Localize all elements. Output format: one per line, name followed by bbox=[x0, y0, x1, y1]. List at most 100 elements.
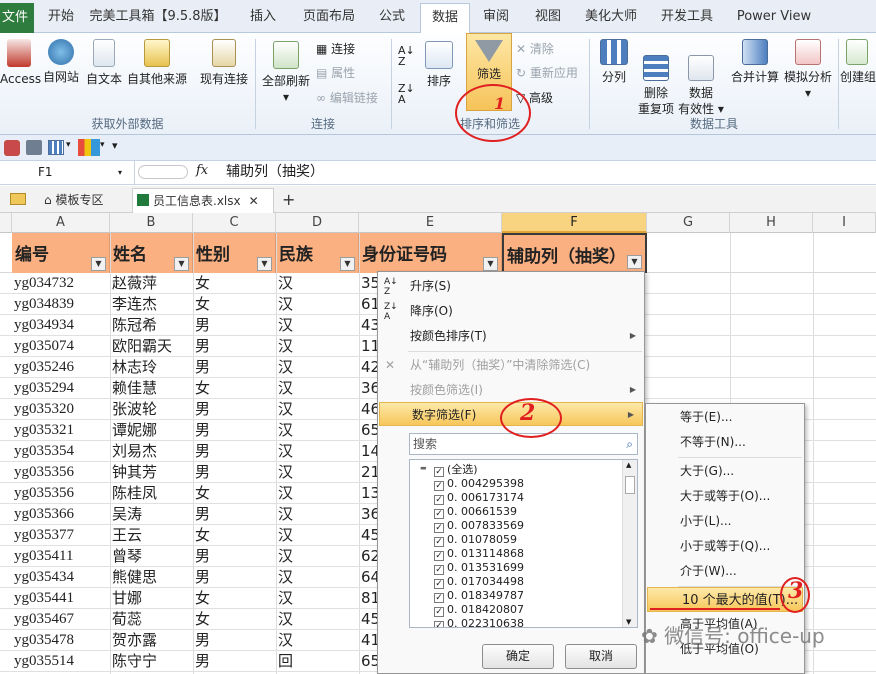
cell-ethnicity[interactable]: 汉 bbox=[276, 462, 359, 483]
cell-ethnicity[interactable]: 回 bbox=[276, 651, 359, 672]
cell-id-number[interactable]: 65 bbox=[359, 420, 379, 441]
filter-dropdown-icon[interactable]: ▼ bbox=[174, 257, 189, 271]
cell-ethnicity[interactable]: 汉 bbox=[276, 546, 359, 567]
cell-name[interactable]: 陈桂凤 bbox=[110, 483, 193, 504]
cell-id-number[interactable]: 21 bbox=[359, 462, 379, 483]
cell-id-number[interactable]: 45 bbox=[359, 525, 379, 546]
filter-dropdown-icon[interactable]: ▼ bbox=[483, 257, 498, 271]
tab-power-view[interactable]: Power View bbox=[732, 0, 816, 33]
less-than-item[interactable]: 小于(L)... bbox=[646, 509, 804, 534]
properties-button[interactable]: ▤ 属性 bbox=[316, 65, 355, 81]
cell-name[interactable]: 刘易杰 bbox=[110, 441, 193, 462]
between-item[interactable]: 介于(W)... bbox=[646, 559, 804, 584]
filter-value-item[interactable]: ✓ 0. 006173174 bbox=[434, 491, 524, 505]
column-header-g[interactable]: G bbox=[647, 213, 730, 233]
filter-value-item[interactable]: ✓ 0. 018349787 bbox=[434, 589, 524, 603]
select-all-corner[interactable] bbox=[0, 213, 12, 233]
cell-gender[interactable]: 女 bbox=[193, 483, 276, 504]
cell-gender[interactable]: 男 bbox=[193, 420, 276, 441]
cell-id-number[interactable]: 43 bbox=[359, 315, 379, 336]
tab-perfect-toolbox[interactable]: 完美工具箱【9.5.8版】 bbox=[88, 0, 228, 33]
cell-ethnicity[interactable]: 汉 bbox=[276, 504, 359, 525]
cell-name[interactable]: 林志玲 bbox=[110, 357, 193, 378]
cell-name[interactable]: 吴涛 bbox=[110, 504, 193, 525]
sort-descending-item[interactable]: Z↓ A 降序(O) bbox=[378, 299, 644, 323]
filter-values-list[interactable]: ▬ ✓ (全选) ✓ 0. 004295398 ✓ 0. 006173174 ✓ 0. 006… bbox=[409, 459, 638, 628]
cell-id[interactable]: yg035514 bbox=[12, 651, 110, 672]
cell-id[interactable]: yg035441 bbox=[12, 588, 110, 609]
new-tab-button[interactable]: + bbox=[278, 188, 298, 213]
cell-name[interactable]: 陈守宁 bbox=[110, 651, 193, 672]
cell-ethnicity[interactable]: 汉 bbox=[276, 294, 359, 315]
name-box[interactable]: F1 bbox=[0, 161, 135, 184]
cell-gender[interactable]: 男 bbox=[193, 567, 276, 588]
checkbox-checked-icon[interactable]: ✓ bbox=[434, 523, 444, 533]
cell-id[interactable]: yg035320 bbox=[12, 399, 110, 420]
what-if-analysis-button[interactable]: 模拟分析 ▾ bbox=[782, 39, 834, 101]
not-equals-item[interactable]: 不等于(N)... bbox=[646, 430, 804, 455]
cell-id-number[interactable]: 36 bbox=[359, 378, 379, 399]
cell-id-number[interactable]: 36 bbox=[359, 504, 379, 525]
cell-id-number[interactable]: 35 bbox=[359, 273, 379, 294]
cell-id-number[interactable]: 45 bbox=[359, 609, 379, 630]
cell-id[interactable]: yg035411 bbox=[12, 546, 110, 567]
from-other-sources-button[interactable]: 自其他来源 bbox=[126, 39, 188, 87]
cell-ethnicity[interactable]: 汉 bbox=[276, 567, 359, 588]
filter-value-item[interactable]: ✓ (全选) bbox=[434, 463, 478, 477]
tab-data[interactable]: 数据 bbox=[420, 3, 470, 37]
cell-name[interactable]: 曾琴 bbox=[110, 546, 193, 567]
checkbox-checked-icon[interactable]: ✓ bbox=[434, 537, 444, 547]
header-cell-gender[interactable]: 性别 ▼ bbox=[193, 233, 276, 273]
cell-name[interactable]: 陈冠希 bbox=[110, 315, 193, 336]
cell-ethnicity[interactable]: 汉 bbox=[276, 483, 359, 504]
cell-gender[interactable]: 女 bbox=[193, 273, 276, 294]
column-header-c[interactable]: C bbox=[193, 213, 276, 233]
cell-id[interactable]: yg035321 bbox=[12, 420, 110, 441]
cell-name[interactable]: 赖佳慧 bbox=[110, 378, 193, 399]
existing-connections-button[interactable]: 现有连接 bbox=[196, 39, 252, 87]
filter-dropdown-icon[interactable]: ▼ bbox=[627, 255, 642, 269]
file-tab[interactable]: 文件 bbox=[0, 3, 34, 33]
filter-by-color-item[interactable]: 按颜色筛选(I) ▶ bbox=[378, 378, 644, 402]
data-validation-button[interactable]: 数据 有效性 ▾ bbox=[678, 39, 724, 117]
filter-value-item[interactable]: ✓ 0. 00661539 bbox=[434, 505, 517, 519]
header-cell-name[interactable]: 姓名 ▼ bbox=[110, 233, 193, 273]
cell-gender[interactable]: 女 bbox=[193, 525, 276, 546]
cell-ethnicity[interactable]: 汉 bbox=[276, 357, 359, 378]
cell-ethnicity[interactable]: 汉 bbox=[276, 273, 359, 294]
sort-button[interactable]: 排序 bbox=[420, 41, 458, 89]
customize-qat-icon[interactable]: ▾ bbox=[112, 139, 118, 152]
cell-gender[interactable]: 女 bbox=[193, 588, 276, 609]
cell-ethnicity[interactable]: 汉 bbox=[276, 378, 359, 399]
create-group-button[interactable]: 创建组 bbox=[840, 39, 876, 85]
chevron-down-icon[interactable]: ▾ bbox=[66, 140, 71, 150]
chart-icon[interactable] bbox=[78, 139, 100, 156]
tab-view[interactable]: 视图 bbox=[528, 0, 568, 33]
column-header-i[interactable]: I bbox=[813, 213, 876, 233]
tab-formulas[interactable]: 公式 bbox=[370, 0, 414, 33]
cell-id-number[interactable]: 11 bbox=[359, 336, 379, 357]
cell-name[interactable]: 谭妮娜 bbox=[110, 420, 193, 441]
filter-dropdown-icon[interactable]: ▼ bbox=[91, 257, 106, 271]
cell-ethnicity[interactable]: 汉 bbox=[276, 441, 359, 462]
filter-value-item[interactable]: ✓ 0. 017034498 bbox=[434, 575, 524, 589]
cell-gender[interactable]: 男 bbox=[193, 462, 276, 483]
cell-name[interactable]: 熊健思 bbox=[110, 567, 193, 588]
cell-name[interactable]: 张波轮 bbox=[110, 399, 193, 420]
clear-filter-button[interactable]: ✕ 清除 bbox=[516, 41, 554, 57]
sort-az-icon[interactable]: A↓ Z bbox=[398, 45, 415, 67]
column-header-b[interactable]: B bbox=[110, 213, 193, 233]
checkbox-checked-icon[interactable]: ✓ bbox=[434, 551, 444, 561]
greater-than-item[interactable]: 大于(G)... bbox=[646, 459, 804, 484]
cell-gender[interactable]: 女 bbox=[193, 378, 276, 399]
cell-name[interactable]: 李连杰 bbox=[110, 294, 193, 315]
checkbox-checked-icon[interactable]: ✓ bbox=[434, 565, 444, 575]
formula-input[interactable]: 辅助列（抽奖） bbox=[226, 161, 324, 184]
filter-dropdown-icon[interactable]: ▼ bbox=[257, 257, 272, 271]
filter-value-item[interactable]: ✓ 0. 013114868 bbox=[434, 547, 524, 561]
cell-gender[interactable]: 女 bbox=[193, 294, 276, 315]
connections-button[interactable]: ▦ 连接 bbox=[316, 41, 355, 57]
cell-gender[interactable]: 男 bbox=[193, 651, 276, 672]
cell-id-number[interactable]: 46 bbox=[359, 399, 379, 420]
sort-za-icon[interactable]: Z↓ A bbox=[398, 83, 415, 105]
